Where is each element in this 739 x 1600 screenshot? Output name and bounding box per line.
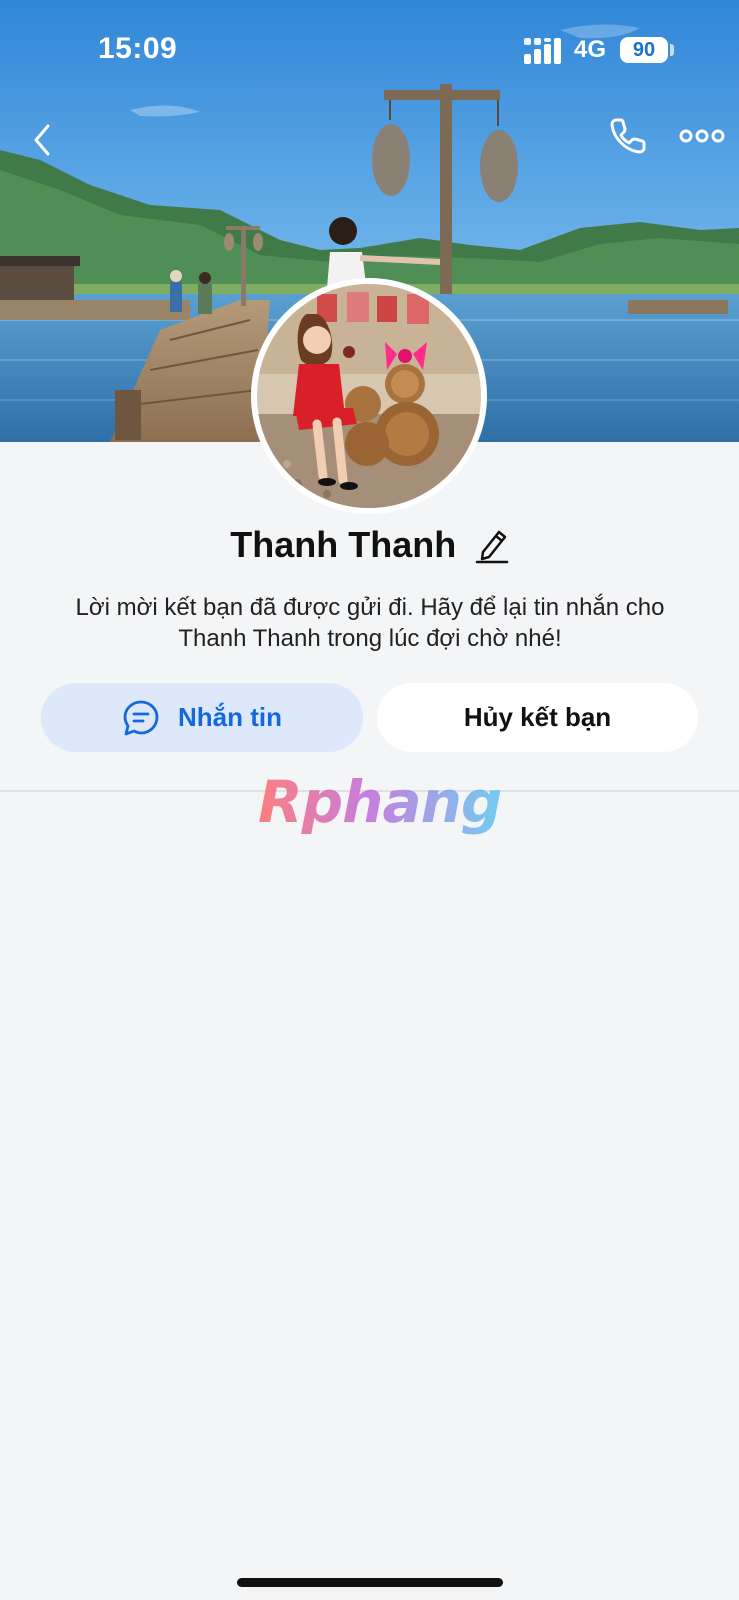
home-indicator[interactable] (237, 1578, 503, 1587)
chat-bubble-icon (123, 700, 159, 735)
chevron-left-icon (34, 124, 50, 156)
back-button[interactable] (22, 116, 70, 164)
pencil-icon[interactable] (475, 526, 509, 564)
status-bar: 15:09 4G 90 (0, 0, 739, 100)
watermark-logo: Rphang (258, 768, 502, 836)
phone-icon (610, 118, 646, 154)
avatar-image (257, 284, 481, 508)
cancel-friend-request-button[interactable]: Hủy kết bạn (377, 683, 698, 752)
battery-tip (670, 44, 674, 56)
signal-strength-icon (524, 38, 561, 64)
more-dots-icon (679, 129, 725, 143)
send-message-label: Nhắn tin (178, 702, 282, 732)
send-message-button[interactable]: Nhắn tin (41, 683, 363, 752)
more-options-button[interactable] (678, 114, 726, 162)
status-time: 15:09 (98, 32, 178, 65)
network-type: 4G (574, 36, 607, 63)
profile-screen: 15:09 4G 90 Thanh Thanh Lời mời kết bạn … (0, 0, 739, 1600)
call-button[interactable] (604, 112, 652, 160)
invite-sent-message: Lời mời kết bạn đã được gửi đi. Hãy để l… (75, 594, 665, 652)
profile-name: Thanh Thanh (230, 524, 457, 565)
profile-name-row: Thanh Thanh (0, 524, 739, 566)
battery-icon: 90 (620, 37, 668, 63)
profile-avatar[interactable] (251, 278, 487, 514)
cancel-friend-request-label: Hủy kết bạn (463, 702, 612, 732)
